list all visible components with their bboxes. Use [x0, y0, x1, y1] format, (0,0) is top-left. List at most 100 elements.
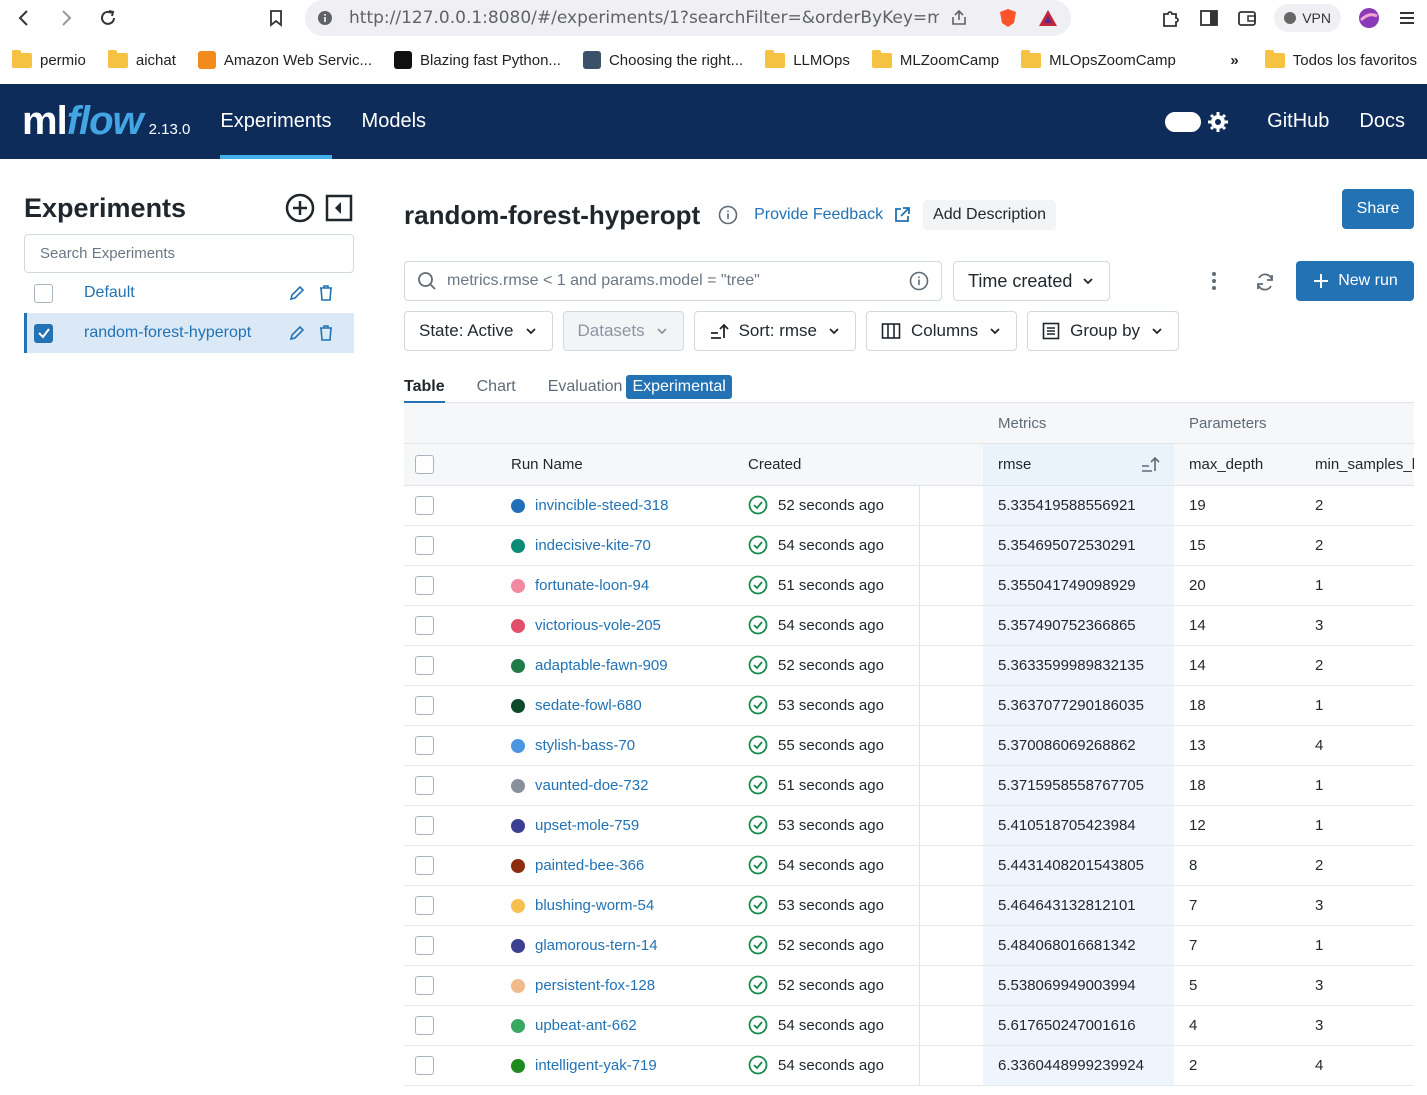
- run-name-link[interactable]: painted-bee-366: [535, 857, 644, 874]
- profile-avatar-icon[interactable]: [1357, 6, 1381, 30]
- run-name-link[interactable]: glamorous-tern-14: [535, 937, 658, 954]
- vpn-button[interactable]: VPN: [1274, 4, 1341, 32]
- row-checkbox[interactable]: [415, 576, 434, 595]
- add-description-button[interactable]: Add Description: [923, 200, 1057, 230]
- run-name-link[interactable]: fortunate-loon-94: [535, 577, 649, 594]
- create-experiment-icon[interactable]: [284, 192, 316, 224]
- new-run-button[interactable]: New run: [1296, 261, 1414, 301]
- row-checkbox[interactable]: [415, 936, 434, 955]
- table-row[interactable]: persistent-fox-128 52 seconds ago 5.538069…: [404, 966, 1414, 1006]
- back-button[interactable]: [10, 4, 38, 32]
- experiment-checkbox[interactable]: [34, 283, 53, 303]
- dark-mode-toggle[interactable]: [1165, 111, 1202, 132]
- experiment-checkbox[interactable]: [34, 323, 53, 343]
- row-checkbox[interactable]: [415, 856, 434, 875]
- row-checkbox[interactable]: [415, 536, 434, 555]
- collapse-sidebar-icon[interactable]: [324, 193, 354, 223]
- table-row[interactable]: blushing-worm-54 53 seconds ago 5.46464313…: [404, 886, 1414, 926]
- bookmark-item[interactable]: Amazon Web Servic...: [197, 51, 372, 69]
- time-created-select[interactable]: Time created: [953, 261, 1110, 301]
- table-row[interactable]: adaptable-fawn-909 52 seconds ago 5.363359…: [404, 646, 1414, 686]
- tab-chart[interactable]: Chart: [477, 371, 516, 403]
- experiment-name[interactable]: random-forest-hyperopt: [84, 324, 288, 342]
- table-row[interactable]: victorious-vole-205 54 seconds ago 5.35749…: [404, 606, 1414, 646]
- state-filter-select[interactable]: State: Active: [404, 311, 553, 351]
- extensions-icon[interactable]: [1160, 7, 1182, 29]
- table-row[interactable]: vaunted-doe-732 51 seconds ago 5.371595855…: [404, 766, 1414, 806]
- run-name-link[interactable]: adaptable-fawn-909: [535, 657, 668, 674]
- wallet-icon[interactable]: [1236, 7, 1258, 29]
- run-name-link[interactable]: victorious-vole-205: [535, 617, 661, 634]
- row-checkbox[interactable]: [415, 776, 434, 795]
- table-row[interactable]: indecisive-kite-70 54 seconds ago 5.354695…: [404, 526, 1414, 566]
- table-row[interactable]: invincible-steed-318 52 seconds ago 5.3354…: [404, 486, 1414, 526]
- experiment-item-random-forest-hyperopt[interactable]: random-forest-hyperopt: [24, 313, 354, 353]
- table-row[interactable]: fortunate-loon-94 51 seconds ago 5.3550417…: [404, 566, 1414, 606]
- row-checkbox[interactable]: [415, 656, 434, 675]
- github-link[interactable]: GitHub: [1267, 110, 1329, 133]
- mlflow-logo[interactable]: ml flow 2.13.0: [22, 99, 190, 144]
- column-rmse[interactable]: rmse: [998, 456, 1031, 473]
- bookmark-item[interactable]: Blazing fast Python...: [394, 51, 561, 69]
- table-row[interactable]: painted-bee-366 54 seconds ago 5.443140820…: [404, 846, 1414, 886]
- bookmark-item[interactable]: MLZoomCamp: [871, 49, 999, 69]
- run-name-link[interactable]: upbeat-ant-662: [535, 1017, 637, 1034]
- share-page-icon[interactable]: [949, 8, 969, 28]
- group-by-select[interactable]: Group by: [1027, 311, 1180, 351]
- column-max-depth[interactable]: max_depth: [1189, 456, 1263, 473]
- row-checkbox[interactable]: [415, 616, 434, 635]
- delete-trash-icon[interactable]: [318, 284, 334, 302]
- tab-evaluation[interactable]: Evaluation: [548, 371, 623, 403]
- table-row[interactable]: intelligent-yak-719 54 seconds ago 6.33604…: [404, 1046, 1414, 1086]
- search-experiments-input[interactable]: Search Experiments: [24, 234, 354, 273]
- reload-button[interactable]: [94, 4, 122, 32]
- tab-table[interactable]: Table: [404, 371, 445, 404]
- edit-pencil-icon[interactable]: [288, 324, 306, 342]
- nav-models[interactable]: Models: [362, 84, 426, 159]
- provide-feedback-link[interactable]: Provide Feedback: [754, 206, 911, 224]
- run-name-link[interactable]: intelligent-yak-719: [535, 1057, 657, 1074]
- refresh-icon[interactable]: [1254, 271, 1276, 293]
- info-icon[interactable]: [718, 205, 738, 225]
- datasets-filter-select[interactable]: Datasets: [562, 311, 684, 351]
- experiment-item-default[interactable]: Default: [24, 273, 354, 313]
- menu-icon[interactable]: [1397, 8, 1417, 28]
- site-info-icon[interactable]: [317, 10, 333, 26]
- run-name-link[interactable]: invincible-steed-318: [535, 497, 668, 514]
- bookmark-item[interactable]: MLOpsZoomCamp: [1021, 49, 1176, 69]
- table-row[interactable]: stylish-bass-70 55 seconds ago 5.370086069…: [404, 726, 1414, 766]
- run-name-link[interactable]: blushing-worm-54: [535, 897, 654, 914]
- run-search-input[interactable]: metrics.rmse < 1 and params.model = "tre…: [404, 261, 942, 301]
- overflow-menu-icon[interactable]: [1204, 271, 1224, 291]
- docs-link[interactable]: Docs: [1359, 110, 1405, 133]
- select-all-checkbox[interactable]: [415, 455, 434, 474]
- nav-experiments[interactable]: Experiments: [220, 84, 332, 159]
- run-name-link[interactable]: sedate-fowl-680: [535, 697, 642, 714]
- row-checkbox[interactable]: [415, 896, 434, 915]
- column-min-samples-leaf[interactable]: min_samples_l: [1315, 456, 1414, 473]
- run-name-link[interactable]: vaunted-doe-732: [535, 777, 648, 794]
- row-checkbox[interactable]: [415, 976, 434, 995]
- table-row[interactable]: glamorous-tern-14 52 seconds ago 5.4840680…: [404, 926, 1414, 966]
- sidebar-toggle-icon[interactable]: [1198, 7, 1220, 29]
- table-row[interactable]: upbeat-ant-662 54 seconds ago 5.6176502470…: [404, 1006, 1414, 1046]
- row-checkbox[interactable]: [415, 496, 434, 515]
- edit-pencil-icon[interactable]: [288, 284, 306, 302]
- row-checkbox[interactable]: [415, 736, 434, 755]
- brave-rewards-icon[interactable]: [1037, 7, 1059, 29]
- all-favorites-folder[interactable]: Todos los favoritos: [1264, 49, 1417, 69]
- share-button[interactable]: Share: [1342, 189, 1414, 229]
- forward-button[interactable]: [52, 4, 80, 32]
- bookmark-item[interactable]: LLMOps: [765, 49, 850, 69]
- more-bookmarks-button[interactable]: »: [1230, 52, 1238, 69]
- run-name-link[interactable]: stylish-bass-70: [535, 737, 635, 754]
- row-checkbox[interactable]: [415, 816, 434, 835]
- row-checkbox[interactable]: [415, 1056, 434, 1075]
- address-bar[interactable]: http://127.0.0.1:8080/#/experiments/1?se…: [305, 0, 1071, 36]
- row-checkbox[interactable]: [415, 1016, 434, 1035]
- bookmark-item[interactable]: aichat: [107, 49, 176, 69]
- column-run-name[interactable]: Run Name: [511, 456, 583, 473]
- run-name-link[interactable]: upset-mole-759: [535, 817, 639, 834]
- experiment-name[interactable]: Default: [84, 284, 288, 302]
- bookmark-item[interactable]: permio: [12, 49, 86, 69]
